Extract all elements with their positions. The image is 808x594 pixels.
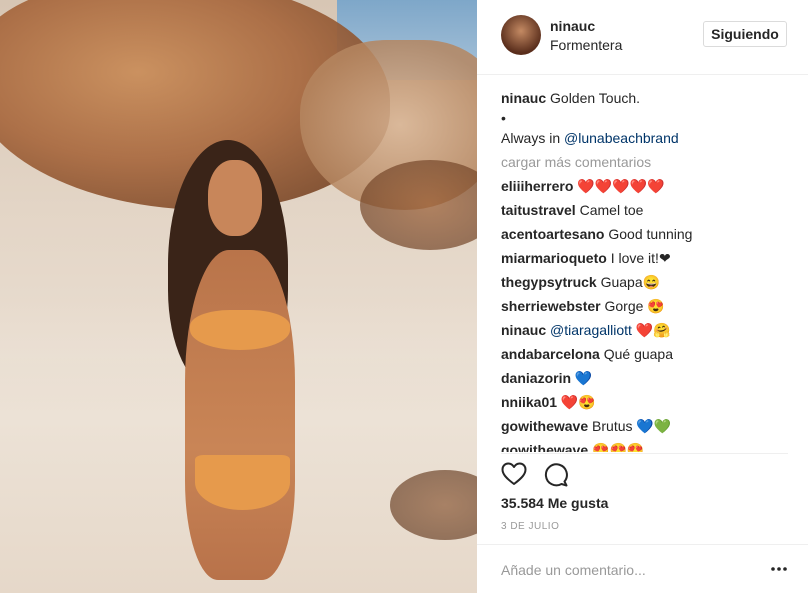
comment-row: miarmarioqueto I love it!❤: [501, 246, 801, 270]
comment-username[interactable]: nniika01: [501, 394, 557, 410]
comment-text: ❤️❤️❤️❤️❤️: [577, 178, 665, 194]
comment-username[interactable]: eliiiherrero: [501, 178, 573, 194]
caption-bullet: •: [501, 110, 506, 126]
comment-row: daniazorin 💙: [501, 366, 801, 390]
comment-row: gowithewave Brutus 💙💚: [501, 414, 801, 438]
comment-username[interactable]: gowithewave: [501, 442, 588, 452]
more-options-icon[interactable]: [769, 561, 789, 577]
post-actions: [501, 462, 581, 490]
photo-person: [150, 140, 320, 593]
comment-input[interactable]: [501, 559, 751, 581]
comment-text: ❤️😍: [560, 394, 596, 410]
comment-text: Guapa😄: [600, 274, 661, 290]
comment-username[interactable]: daniazorin: [501, 370, 571, 386]
comment-row: acentoartesano Good tunning: [501, 222, 801, 246]
caption-line-2: Always in @lunabeachbrand: [501, 126, 801, 150]
photo-rock: [360, 160, 477, 250]
comment-row: eliiiherrero ❤️❤️❤️❤️❤️: [501, 174, 801, 198]
post-side-panel: ninauc Formentera Siguiendo ninauc Golde…: [477, 0, 808, 593]
post-photo[interactable]: [0, 0, 477, 593]
load-more-comments[interactable]: cargar más comentarios: [501, 150, 801, 174]
caption-username[interactable]: ninauc: [501, 90, 546, 106]
heart-icon[interactable]: [501, 462, 527, 491]
comment-username[interactable]: sherriewebster: [501, 298, 601, 314]
post-location[interactable]: Formentera: [550, 37, 622, 53]
caption-text-2: Always in: [501, 130, 561, 146]
comment-icon[interactable]: [543, 462, 569, 493]
comment-username[interactable]: miarmarioqueto: [501, 250, 607, 266]
comment-text: 😍😍😍: [592, 442, 645, 452]
comment-row: thegypsytruck Guapa😄: [501, 270, 801, 294]
comment-username[interactable]: gowithewave: [501, 418, 588, 434]
comment-row: taitustravel Camel toe: [501, 198, 801, 222]
comment-text: ❤️🤗: [635, 322, 671, 338]
post-date[interactable]: 3 DE JULIO: [501, 521, 559, 532]
comment-row: ninauc @tiaragalliott ❤️🤗: [501, 318, 801, 342]
comment-text: Good tunning: [608, 226, 693, 242]
comment-row: andabarcelona Qué guapa: [501, 342, 801, 366]
following-button[interactable]: Siguiendo: [703, 21, 787, 47]
comment-username[interactable]: andabarcelona: [501, 346, 600, 362]
comment-text: Camel toe: [579, 202, 644, 218]
comment-username[interactable]: thegypsytruck: [501, 274, 597, 290]
comment-row: sherriewebster Gorge 😍: [501, 294, 801, 318]
comment-username[interactable]: ninauc: [501, 322, 546, 338]
comment-text: I love it!❤: [610, 250, 671, 266]
add-comment-bar: [477, 544, 808, 594]
comment-text: Gorge 😍: [604, 298, 665, 314]
comment-text: Qué guapa: [603, 346, 674, 362]
caption-text: Golden Touch.: [550, 90, 641, 106]
caption-mention[interactable]: @lunabeachbrand: [564, 130, 679, 146]
avatar[interactable]: [501, 15, 541, 55]
comment-username[interactable]: acentoartesano: [501, 226, 604, 242]
comment-username[interactable]: taitustravel: [501, 202, 576, 218]
comment-text: 💙: [574, 370, 593, 386]
caption: ninauc Golden Touch.: [501, 86, 801, 110]
comment-row: nniika01 ❤️😍: [501, 390, 801, 414]
post-username[interactable]: ninauc: [550, 18, 595, 34]
divider: [501, 453, 788, 454]
comment-text: Brutus 💙💚: [592, 418, 672, 434]
comment-mention[interactable]: @tiaragalliott: [550, 322, 632, 338]
post-header: ninauc Formentera Siguiendo: [477, 0, 808, 75]
likes-count[interactable]: 35.584 Me gusta: [501, 495, 608, 511]
comment-row: gowithewave 😍😍😍: [501, 438, 801, 452]
comments-list[interactable]: ninauc Golden Touch. • Always in @lunabe…: [501, 86, 801, 452]
